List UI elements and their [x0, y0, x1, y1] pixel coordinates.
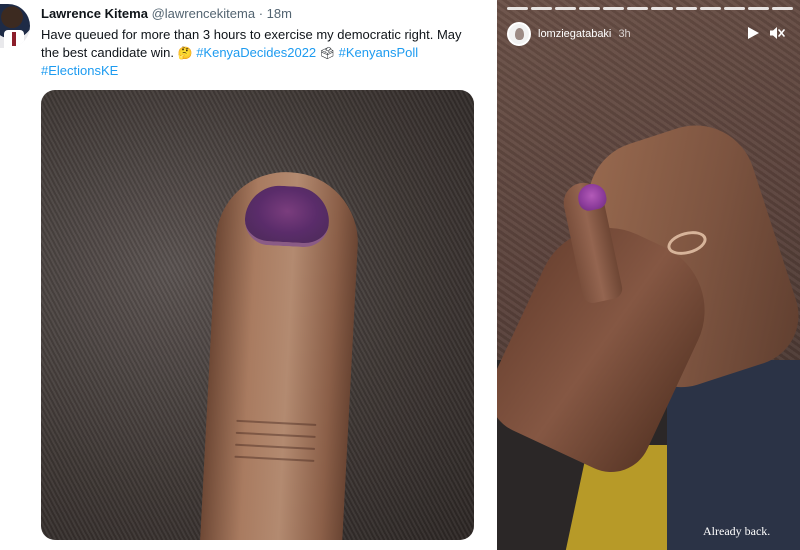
story-username[interactable]: lomziegatabaki [538, 28, 611, 40]
story-panel[interactable]: lomziegatabaki 3h Already back. [497, 0, 800, 550]
tweet-time[interactable]: 18m [267, 6, 292, 21]
thinking-emoji-icon: 🤔 [177, 46, 193, 60]
tweet-card: Lawrence Kitema @lawrencekitema · 18m Ha… [0, 0, 497, 550]
story-time: 3h [618, 28, 631, 40]
sleeve [667, 360, 800, 550]
finger-crease [235, 443, 316, 450]
mute-icon[interactable] [769, 25, 785, 41]
hashtag-kenyanspoll[interactable]: #KenyansPoll [339, 45, 419, 60]
tweet-text: Have queued for more than 3 hours to exe… [41, 26, 481, 80]
author-avatar[interactable] [0, 4, 30, 48]
tweet-header: Lawrence Kitema @lawrencekitema · 18m [41, 6, 292, 22]
tweet-photo-inked-finger[interactable] [41, 90, 474, 540]
play-icon[interactable] [746, 26, 760, 40]
author-name[interactable]: Lawrence Kitema [41, 6, 148, 21]
story-progress-bar [507, 7, 793, 10]
story-user-avatar[interactable] [507, 22, 531, 46]
ballot-box-emoji-icon: 🗳 [319, 46, 336, 60]
finger-crease [236, 419, 317, 426]
avatar-tie [12, 32, 16, 46]
header-separator: · [258, 6, 264, 21]
inked-finger [198, 168, 362, 540]
hashtag-kenyadecides2022[interactable]: #KenyaDecides2022 [196, 45, 316, 60]
finger-crease [235, 431, 316, 438]
author-handle[interactable]: @lawrencekitema [152, 6, 256, 21]
story-user-info: lomziegatabaki 3h [538, 28, 631, 40]
story-caption: Already back. [703, 524, 771, 538]
finger-crease [234, 455, 315, 462]
hashtag-electionske[interactable]: #ElectionsKE [41, 63, 118, 78]
ink-stained-nail [243, 184, 331, 249]
